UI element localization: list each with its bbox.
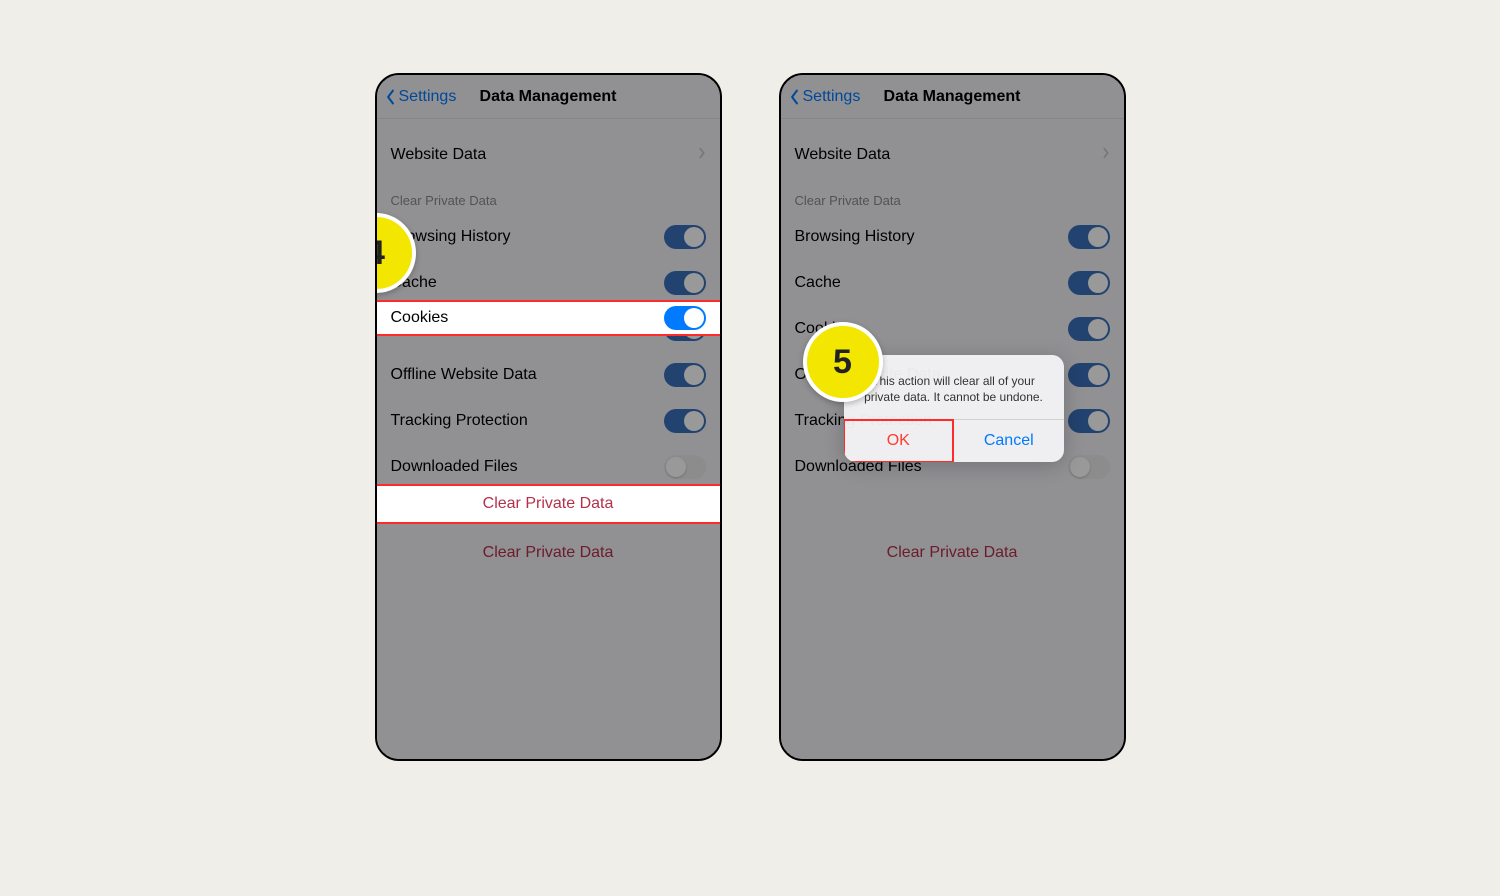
- toggle-switch[interactable]: [664, 455, 706, 479]
- nav-bar: Settings Data Management: [377, 75, 720, 119]
- clear-private-data-button[interactable]: Clear Private Data: [391, 532, 706, 574]
- highlight-cookies-row[interactable]: Cookies: [375, 300, 722, 336]
- toggle-switch[interactable]: [1068, 271, 1110, 295]
- toggle-switch[interactable]: [1068, 363, 1110, 387]
- toggle-row-tracking-protection[interactable]: Tracking Protection: [377, 398, 720, 444]
- toggle-label: Offline Website Data: [391, 366, 537, 384]
- section-header-clear-private-data: Clear Private Data: [781, 175, 1124, 214]
- toggle-switch[interactable]: [1068, 225, 1110, 249]
- phone-screenshot-step-4: Settings Data Management Website Data Cl…: [375, 73, 722, 761]
- toggle-label: Downloaded Files: [391, 458, 518, 476]
- highlight-clear-private-data[interactable]: Clear Private Data: [375, 484, 722, 524]
- alert-cancel-label: Cancel: [984, 432, 1034, 449]
- page-title: Data Management: [781, 88, 1124, 106]
- toggle-switch[interactable]: [664, 271, 706, 295]
- toggle-label: Cache: [795, 274, 841, 292]
- chevron-right-icon: [1102, 146, 1110, 164]
- chevron-right-icon: [698, 146, 706, 164]
- alert-ok-label: OK: [887, 432, 910, 449]
- step-number: 5: [833, 343, 852, 382]
- toggle-label: Tracking Protection: [391, 412, 528, 430]
- toggle-switch[interactable]: [664, 363, 706, 387]
- section-header-clear-private-data: Clear Private Data: [377, 175, 720, 214]
- toggle-switch[interactable]: [1068, 409, 1110, 433]
- phone-screenshot-step-5: Settings Data Management Website Data Cl…: [779, 73, 1126, 761]
- clear-private-data-label: Clear Private Data: [483, 495, 614, 513]
- toggle-switch[interactable]: [664, 225, 706, 249]
- website-data-label: Website Data: [795, 146, 891, 164]
- website-data-row[interactable]: Website Data: [377, 135, 720, 175]
- page-title: Data Management: [377, 88, 720, 106]
- toggle-label: Cookies: [391, 309, 449, 327]
- website-data-label: Website Data: [391, 146, 487, 164]
- toggle-switch[interactable]: [664, 306, 706, 330]
- toggle-row-browsing-history[interactable]: Browsing History: [377, 214, 720, 260]
- step-number: 4: [375, 234, 385, 273]
- toggle-switch[interactable]: [664, 409, 706, 433]
- nav-bar: Settings Data Management: [781, 75, 1124, 119]
- alert-ok-button[interactable]: OK: [844, 420, 955, 462]
- clear-private-data-button[interactable]: Clear Private Data: [795, 532, 1110, 574]
- alert-buttons: OK Cancel: [844, 419, 1064, 462]
- alert-cancel-button[interactable]: Cancel: [954, 420, 1064, 462]
- toggle-row-browsing-history[interactable]: Browsing History: [781, 214, 1124, 260]
- toggle-switch[interactable]: [1068, 455, 1110, 479]
- toggle-switch[interactable]: [1068, 317, 1110, 341]
- step-badge-5: 5: [803, 322, 883, 402]
- toggle-row-cache[interactable]: Cache: [781, 260, 1124, 306]
- website-data-row[interactable]: Website Data: [781, 135, 1124, 175]
- toggle-row-offline-website-data[interactable]: Offline Website Data: [377, 352, 720, 398]
- toggle-label: Browsing History: [795, 228, 915, 246]
